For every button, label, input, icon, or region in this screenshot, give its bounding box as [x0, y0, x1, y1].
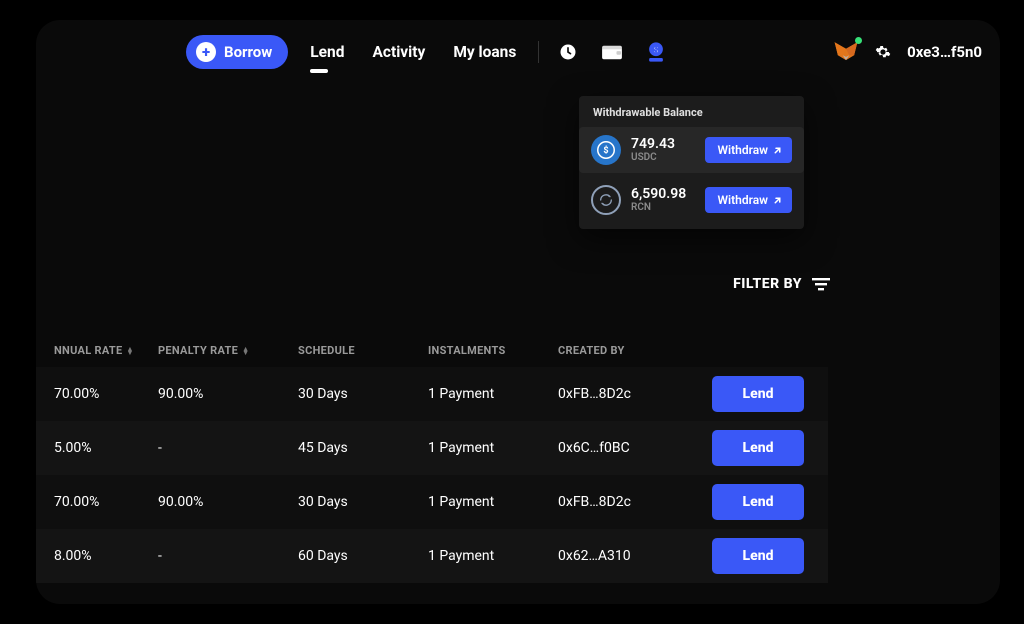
nav-link-lend[interactable]: Lend: [310, 37, 344, 67]
app-window: + Borrow Lend Activity My loans $: [36, 20, 1000, 604]
cell-annual: 70.00%: [36, 494, 158, 510]
gear-icon[interactable]: [875, 44, 891, 60]
balance-amount: 6,590.98: [631, 187, 686, 202]
nav-links: Lend Activity My loans: [310, 37, 516, 67]
table-body: 70.00% 90.00% 30 Days 1 Payment 0xFB…8D2…: [36, 367, 828, 583]
cell-instalments: 1 Payment: [428, 494, 558, 510]
cell-penalty: 90.00%: [158, 494, 298, 510]
cell-schedule: 30 Days: [298, 494, 428, 510]
cell-annual: 70.00%: [36, 386, 158, 402]
table-header-row: NNUAL RATE ▲▼ PENALTY RATE ▲▼ SCHEDULE I…: [36, 334, 828, 367]
filter-by-button[interactable]: FILTER BY: [733, 276, 830, 292]
balance-amount: 749.43: [631, 137, 675, 152]
cell-penalty: -: [158, 548, 298, 564]
balance-info: 749.43 USDC: [631, 137, 675, 163]
table-row: 70.00% 90.00% 30 Days 1 Payment 0xFB…8D2…: [36, 367, 828, 421]
cell-annual: 8.00%: [36, 548, 158, 564]
balance-symbol: USDC: [631, 152, 675, 163]
withdraw-label: Withdraw: [717, 193, 768, 207]
withdraw-icon[interactable]: $: [645, 41, 667, 63]
cell-created-by: 0x62…A310: [558, 548, 688, 564]
balance-row-usdc: $ 749.43 USDC Withdraw: [579, 127, 804, 173]
filter-icon: [812, 277, 830, 291]
arrow-up-right-icon: [773, 196, 782, 205]
sort-icon: ▲▼: [127, 347, 134, 355]
lend-button[interactable]: Lend: [712, 538, 804, 574]
lend-button[interactable]: Lend: [712, 376, 804, 412]
th-instalments[interactable]: INSTALMENTS: [428, 344, 558, 357]
wallet-icon[interactable]: [601, 41, 623, 63]
metamask-icon[interactable]: [833, 39, 859, 65]
cell-penalty: -: [158, 440, 298, 456]
table-row: 70.00% 90.00% 30 Days 1 Payment 0xFB…8D2…: [36, 475, 828, 529]
nav-link-activity[interactable]: Activity: [372, 37, 425, 67]
cell-schedule: 30 Days: [298, 386, 428, 402]
borrow-button[interactable]: + Borrow: [186, 35, 288, 69]
dropdown-title: Withdrawable Balance: [579, 106, 804, 127]
svg-text:$: $: [603, 145, 608, 156]
cell-penalty: 90.00%: [158, 386, 298, 402]
cell-instalments: 1 Payment: [428, 440, 558, 456]
cell-schedule: 45 Days: [298, 440, 428, 456]
filter-label: FILTER BY: [733, 276, 802, 292]
cell-created-by: 0xFB…8D2c: [558, 494, 688, 510]
svg-text:$: $: [654, 45, 659, 56]
table-row: 8.00% - 60 Days 1 Payment 0x62…A310 Lend: [36, 529, 828, 583]
th-annual-rate[interactable]: NNUAL RATE ▲▼: [36, 344, 158, 357]
wallet-address[interactable]: 0xe3…f5n0: [907, 43, 982, 61]
lend-button[interactable]: Lend: [712, 430, 804, 466]
withdraw-button[interactable]: Withdraw: [705, 187, 792, 213]
usdc-icon: $: [591, 135, 621, 165]
table-row: 5.00% - 45 Days 1 Payment 0x6C…f0BC Lend: [36, 421, 828, 475]
th-penalty-rate[interactable]: PENALTY RATE ▲▼: [158, 344, 298, 357]
cell-instalments: 1 Payment: [428, 548, 558, 564]
nav-link-myloans[interactable]: My loans: [453, 37, 516, 67]
sort-icon: ▲▼: [242, 347, 249, 355]
lend-button[interactable]: Lend: [712, 484, 804, 520]
clock-icon[interactable]: [557, 41, 579, 63]
withdrawable-balance-panel: Withdrawable Balance $ 749.43 USDC Withd…: [579, 96, 804, 229]
arrow-up-right-icon: [773, 146, 782, 155]
cell-created-by: 0xFB…8D2c: [558, 386, 688, 402]
balance-info: 6,590.98 RCN: [631, 187, 686, 213]
status-dot: [855, 37, 862, 44]
withdraw-button[interactable]: Withdraw: [705, 137, 792, 163]
nav-right: 0xe3…f5n0: [833, 39, 982, 65]
nav-icon-group: $: [557, 41, 667, 63]
cell-instalments: 1 Payment: [428, 386, 558, 402]
withdraw-label: Withdraw: [717, 143, 768, 157]
balance-row-rcn: 6,590.98 RCN Withdraw: [579, 177, 804, 223]
th-schedule[interactable]: SCHEDULE: [298, 344, 428, 357]
cell-created-by: 0x6C…f0BC: [558, 440, 688, 456]
cell-annual: 5.00%: [36, 440, 158, 456]
top-nav: + Borrow Lend Activity My loans $: [36, 20, 1000, 84]
loans-table: NNUAL RATE ▲▼ PENALTY RATE ▲▼ SCHEDULE I…: [36, 334, 828, 583]
nav-divider: [538, 41, 539, 63]
balance-symbol: RCN: [631, 202, 686, 213]
borrow-label: Borrow: [224, 43, 272, 61]
cell-schedule: 60 Days: [298, 548, 428, 564]
plus-icon: +: [196, 42, 216, 62]
rcn-icon: [591, 185, 621, 215]
th-created-by[interactable]: CREATED BY: [558, 344, 688, 357]
